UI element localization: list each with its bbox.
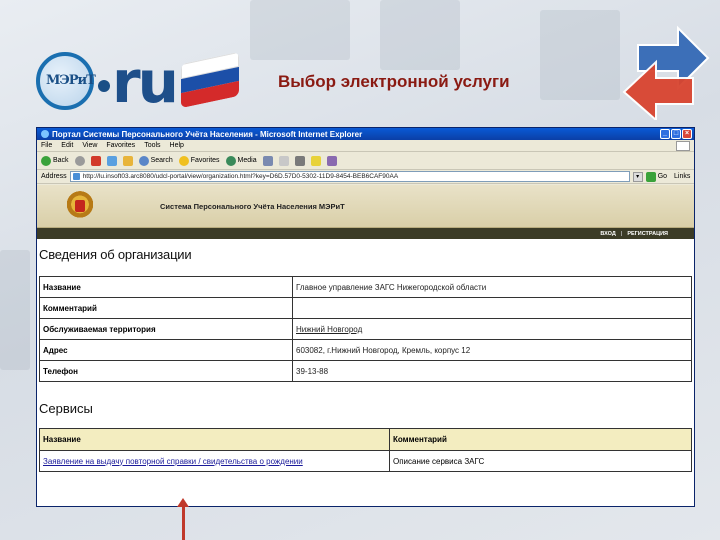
go-button[interactable]: Go bbox=[645, 171, 668, 182]
media-icon bbox=[225, 155, 236, 166]
row-label: Обслуживаемая территория bbox=[39, 318, 293, 340]
russian-flag-icon bbox=[181, 51, 239, 109]
ie-icon bbox=[41, 130, 49, 138]
menu-bar: File Edit View Favorites Tools Help bbox=[37, 140, 694, 152]
site-header: Система Персонального Учёта Населения МЭ… bbox=[37, 185, 694, 228]
window-title: Портал Системы Персонального Учёта Насел… bbox=[52, 129, 363, 139]
row-label: Название bbox=[39, 276, 293, 298]
address-dropdown[interactable]: ▾ bbox=[632, 171, 643, 182]
search-icon bbox=[138, 155, 149, 166]
media-label: Media bbox=[237, 157, 257, 164]
column-header-comment: Комментарий bbox=[389, 428, 692, 451]
home-icon[interactable] bbox=[122, 155, 133, 166]
forward-button[interactable] bbox=[74, 155, 85, 166]
folder-icon[interactable] bbox=[310, 155, 321, 166]
close-button[interactable]: × bbox=[682, 129, 692, 139]
search-button[interactable]: Search bbox=[138, 155, 173, 166]
slide-title: Выбор электронной услуги bbox=[278, 72, 510, 91]
web-page: Система Персонального Учёта Населения МЭ… bbox=[37, 185, 694, 506]
row-value: Главное управление ЗАГС Нижегородской об… bbox=[292, 276, 692, 298]
column-header-name: Название bbox=[39, 428, 390, 451]
services-title: Сервисы bbox=[39, 401, 93, 416]
services-header-row: Название Комментарий bbox=[39, 428, 692, 451]
media-button[interactable]: Media bbox=[225, 155, 257, 166]
browser-window: Портал Системы Персонального Учёта Насел… bbox=[36, 127, 695, 507]
table-row: Заявление на выдачу повторной справки / … bbox=[39, 450, 692, 472]
territory-link[interactable]: Нижний Новгород bbox=[292, 318, 692, 340]
row-value bbox=[292, 297, 692, 319]
logo-text: МЭРиТ bbox=[46, 73, 96, 88]
toolbar: Back Search Favorites Media bbox=[37, 152, 694, 170]
table-row: Название Главное управление ЗАГС Нижегор… bbox=[39, 276, 692, 298]
table-row: Телефон 39-13-88 bbox=[39, 360, 692, 382]
logo-dot bbox=[98, 80, 110, 92]
back-arrow-icon bbox=[41, 155, 51, 166]
minimize-button[interactable]: _ bbox=[660, 129, 670, 139]
merit-logo-emblem: МЭРиТ bbox=[36, 52, 96, 110]
windows-logo-icon bbox=[676, 141, 690, 151]
forward-arrow-icon bbox=[74, 155, 85, 166]
favorites-button[interactable]: Favorites bbox=[178, 155, 220, 166]
menu-tools[interactable]: Tools bbox=[144, 142, 160, 149]
back-label: Back bbox=[53, 157, 69, 164]
back-button[interactable]: Back bbox=[41, 155, 69, 166]
row-value: 39-13-88 bbox=[292, 360, 692, 382]
service-link[interactable]: Заявление на выдачу повторной справки / … bbox=[39, 450, 390, 472]
organization-title: Сведения об организации bbox=[39, 247, 192, 262]
site-name: Система Персонального Учёта Населения МЭ… bbox=[160, 202, 345, 211]
site-nav: ВХОД | РЕГИСТРАЦИЯ bbox=[37, 228, 694, 239]
table-row: Обслуживаемая территория Нижний Новгород bbox=[39, 318, 692, 340]
menu-edit[interactable]: Edit bbox=[61, 142, 73, 149]
go-arrow-icon bbox=[645, 171, 656, 182]
double-arrow-icon bbox=[622, 25, 710, 120]
nav-separator: | bbox=[620, 230, 623, 237]
messenger-icon[interactable] bbox=[326, 155, 337, 166]
window-titlebar: Портал Системы Персонального Учёта Насел… bbox=[37, 128, 694, 140]
pointer-arrow-icon bbox=[177, 498, 189, 540]
search-label: Search bbox=[150, 157, 173, 164]
go-label: Go bbox=[657, 173, 668, 180]
favorites-label: Favorites bbox=[190, 157, 220, 164]
logo-ru-text: ru bbox=[112, 48, 179, 116]
row-value: 603082, г.Нижний Новгород, Кремль, корпу… bbox=[292, 339, 692, 361]
merit-logo: МЭРиТ ru bbox=[36, 48, 239, 128]
menu-view[interactable]: View bbox=[82, 142, 97, 149]
refresh-icon[interactable] bbox=[106, 155, 117, 166]
links-button[interactable]: Links bbox=[674, 173, 690, 180]
address-input[interactable]: http://lu.insoft03.arc8080/udcl-portal/v… bbox=[69, 171, 630, 182]
table-row: Адрес 603082, г.Нижний Новгород, Кремль,… bbox=[39, 339, 692, 361]
login-link[interactable]: ВХОД bbox=[600, 231, 615, 237]
star-icon bbox=[178, 155, 189, 166]
row-label: Комментарий bbox=[39, 297, 293, 319]
row-label: Адрес bbox=[39, 339, 293, 361]
coat-of-arms-icon bbox=[67, 190, 93, 222]
organization-table: Название Главное управление ЗАГС Нижегор… bbox=[39, 276, 692, 382]
table-row: Комментарий bbox=[39, 297, 692, 319]
stop-icon[interactable] bbox=[90, 155, 101, 166]
row-label: Телефон bbox=[39, 360, 293, 382]
mail-icon[interactable] bbox=[278, 155, 289, 166]
service-comment: Описание сервиса ЗАГС bbox=[389, 450, 692, 472]
maximize-button[interactable]: □ bbox=[671, 129, 681, 139]
menu-help[interactable]: Help bbox=[170, 142, 184, 149]
menu-file[interactable]: File bbox=[41, 142, 52, 149]
services-table: Название Комментарий Заявление на выдачу… bbox=[39, 428, 692, 472]
address-bar: Address http://lu.insoft03.arc8080/udcl-… bbox=[37, 170, 694, 184]
register-link[interactable]: РЕГИСТРАЦИЯ bbox=[627, 231, 668, 237]
print-icon[interactable] bbox=[294, 155, 305, 166]
menu-favorites[interactable]: Favorites bbox=[106, 142, 135, 149]
page-content: Сведения об организации Название Главное… bbox=[37, 239, 694, 472]
history-icon[interactable] bbox=[262, 155, 273, 166]
address-label: Address bbox=[41, 173, 67, 180]
